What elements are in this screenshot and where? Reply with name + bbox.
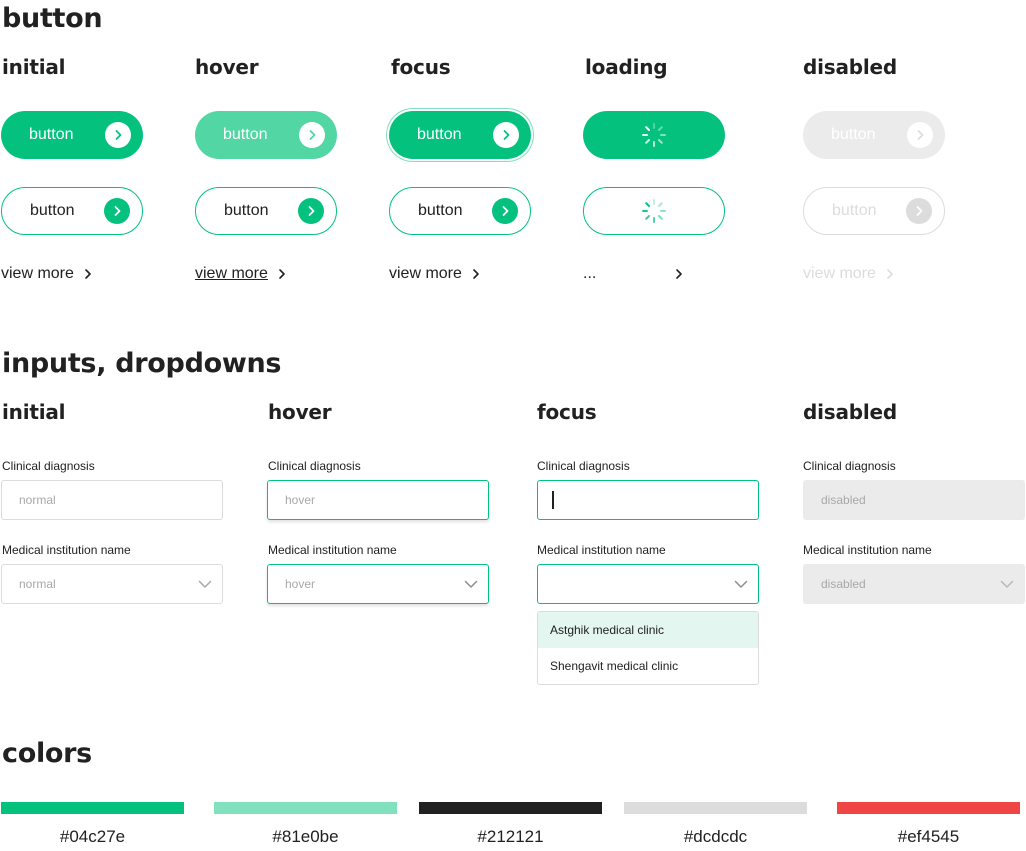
- chevron-right-icon: [676, 269, 682, 279]
- color-swatch: [624, 802, 807, 814]
- clinical-diagnosis-label: Clinical diagnosis: [2, 459, 95, 473]
- color-swatch: [837, 802, 1020, 814]
- dropdown-option[interactable]: Shengavit medical clinic: [538, 648, 758, 684]
- view-more-link-disabled: view more: [803, 265, 894, 283]
- input-state-label-hover: hover: [268, 400, 332, 424]
- institution-select-focus[interactable]: [537, 564, 759, 604]
- button-label: button: [418, 202, 463, 219]
- color-hex-label: #dcdcdc: [683, 827, 748, 846]
- state-label-initial: initial: [2, 55, 66, 79]
- chevron-right-icon: [299, 122, 325, 148]
- clinical-diagnosis-label: Clinical diagnosis: [803, 459, 896, 473]
- color-hex-label: #212121: [477, 827, 544, 846]
- clinical-diagnosis-label: Clinical diagnosis: [537, 459, 630, 473]
- primary-button-focus[interactable]: button: [389, 111, 531, 159]
- select-value: hover: [285, 577, 316, 591]
- state-label-focus: focus: [391, 55, 451, 79]
- select-value: disabled: [821, 577, 866, 591]
- institution-name-label: Medical institution name: [537, 543, 666, 557]
- section-title-inputs: inputs, dropdowns: [2, 348, 282, 379]
- button-label: button: [831, 126, 876, 143]
- view-more-link-focus[interactable]: view more: [389, 265, 480, 283]
- button-label: button: [417, 126, 462, 143]
- institution-name-label: Medical institution name: [268, 543, 397, 557]
- color-hex-label: #ef4545: [897, 827, 960, 846]
- view-more-label: view more: [195, 265, 268, 282]
- section-title-button: button: [2, 3, 103, 34]
- state-label-hover: hover: [195, 55, 259, 79]
- chevron-down-icon: [464, 580, 478, 588]
- chevron-right-icon: [104, 198, 130, 224]
- text-cursor: [552, 491, 554, 509]
- view-more-label: view more: [803, 265, 876, 282]
- view-more-label: view more: [389, 265, 462, 282]
- institution-select-disabled: disabled: [803, 564, 1025, 604]
- primary-button-hover[interactable]: button: [195, 111, 337, 159]
- clinical-diagnosis-input-focus[interactable]: [537, 480, 759, 520]
- button-label: button: [224, 202, 269, 219]
- institution-select-initial[interactable]: normal: [1, 564, 223, 604]
- input-state-label-focus: focus: [537, 400, 597, 424]
- secondary-button-focus[interactable]: button: [389, 187, 531, 235]
- color-hex-label: #04c27e: [59, 827, 126, 846]
- view-more-link-loading[interactable]: ...: [583, 265, 683, 283]
- institution-select-hover[interactable]: hover: [267, 564, 489, 604]
- primary-button-loading[interactable]: [583, 111, 725, 159]
- section-title-colors: colors: [2, 738, 92, 769]
- color-swatch: [419, 802, 602, 814]
- input-state-label-initial: initial: [2, 400, 66, 424]
- spinner-icon: [642, 199, 666, 223]
- clinical-diagnosis-input-hover[interactable]: hover: [267, 480, 489, 520]
- clinical-diagnosis-label: Clinical diagnosis: [268, 459, 361, 473]
- institution-dropdown-menu: Astghik medical clinic Shengavit medical…: [537, 611, 759, 685]
- primary-button-disabled: button: [803, 111, 945, 159]
- color-hex-label: #81e0be: [272, 827, 339, 846]
- button-label: button: [832, 202, 877, 219]
- chevron-right-icon: [473, 269, 479, 279]
- view-more-label: view more: [1, 265, 74, 282]
- input-value: normal: [19, 493, 56, 507]
- institution-name-label: Medical institution name: [2, 543, 131, 557]
- chevron-right-icon: [907, 122, 933, 148]
- chevron-right-icon: [887, 269, 893, 279]
- secondary-button-initial[interactable]: button: [1, 187, 143, 235]
- secondary-button-disabled: button: [803, 187, 945, 235]
- chevron-right-icon: [493, 122, 519, 148]
- chevron-down-icon: [1000, 580, 1014, 588]
- chevron-down-icon: [198, 580, 212, 588]
- view-more-link-initial[interactable]: view more: [1, 265, 92, 283]
- chevron-right-icon: [105, 122, 131, 148]
- chevron-right-icon: [298, 198, 324, 224]
- chevron-right-icon: [492, 198, 518, 224]
- spinner-icon: [642, 123, 666, 147]
- dropdown-option[interactable]: Astghik medical clinic: [538, 612, 758, 648]
- state-label-disabled: disabled: [803, 55, 898, 79]
- chevron-right-icon: [279, 269, 285, 279]
- input-value: disabled: [821, 493, 866, 507]
- color-swatch: [1, 802, 184, 814]
- clinical-diagnosis-input-disabled: disabled: [803, 480, 1025, 520]
- button-label: button: [223, 126, 268, 143]
- color-swatch: [214, 802, 397, 814]
- chevron-right-icon: [85, 269, 91, 279]
- select-value: normal: [19, 577, 56, 591]
- primary-button-initial[interactable]: button: [1, 111, 143, 159]
- button-label: button: [30, 202, 75, 219]
- button-label: button: [29, 126, 74, 143]
- chevron-right-icon: [906, 198, 932, 224]
- input-value: hover: [285, 493, 316, 507]
- institution-name-label: Medical institution name: [803, 543, 932, 557]
- loading-dots: ...: [583, 265, 597, 282]
- input-state-label-disabled: disabled: [803, 400, 898, 424]
- clinical-diagnosis-input-initial[interactable]: normal: [1, 480, 223, 520]
- chevron-down-icon: [734, 580, 748, 588]
- view-more-link-hover[interactable]: view more: [195, 265, 286, 283]
- secondary-button-hover[interactable]: button: [195, 187, 337, 235]
- state-label-loading: loading: [585, 55, 668, 79]
- secondary-button-loading[interactable]: [583, 187, 725, 235]
